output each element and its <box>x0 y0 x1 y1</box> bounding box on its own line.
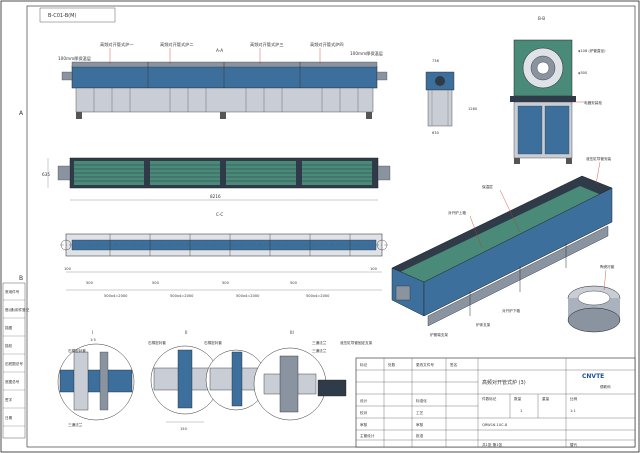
detail-label-iii: III <box>290 330 294 335</box>
callout-furnace-2: 高频对开管式炉二 <box>160 41 194 48</box>
side-frame <box>427 89 453 127</box>
section-c-view: C-C 100 500 500x4=2000 500 500x4=2000 50… <box>60 212 390 298</box>
tb-sheet-info: 共1张 第1张 <box>482 442 502 447</box>
tb-row-process: 工艺 <box>416 410 424 415</box>
tb-logo: CNVTE <box>582 373 604 380</box>
left-registration-strip: 常用件号 借(通)用件登记 描图 描校 旧底图总号 底图总号 签字 日期 <box>2 282 30 439</box>
tb-header-3: 签名 <box>450 362 458 367</box>
furnace-top-cover <box>71 61 378 68</box>
callout-furnace-1: 高频对开管式炉一 <box>100 41 134 48</box>
tb-row-approve: 批准 <box>416 433 424 438</box>
dim-detail-150: 150 <box>180 427 188 431</box>
furnace-body-front <box>71 65 378 89</box>
tb-header-1: 处数 <box>388 362 396 367</box>
tb-row-chief: 主管设计 <box>360 433 375 438</box>
callout-iso-frame: 炉体支架 <box>476 322 491 327</box>
section-label-a-a: A-A <box>216 48 223 53</box>
callout-tee-flange-1: 三通法兰 <box>312 340 327 345</box>
callout-furnace-4: 高频对开管式炉四 <box>310 41 344 48</box>
callout-tube-diameter: φ108 (炉管直径) <box>578 48 606 53</box>
dim-c-1: 500 <box>86 281 94 285</box>
callout-iso-insulation: 保温层 <box>482 184 493 189</box>
dim-c-6: 500x4=2000 <box>236 294 260 298</box>
callout-phi300: φ300 <box>578 71 588 75</box>
callout-detail-ii-seal: 石棉密封套 <box>148 340 166 345</box>
section-label-b-b: B-B <box>538 16 545 21</box>
tb-revision-label: 替代 <box>570 442 578 447</box>
detail-view-hydraulic: III 三通法兰 三通法兰 液压缸导管固定支架 <box>253 330 373 421</box>
dim-c-2: 500x4=2000 <box>104 294 128 298</box>
detail-label-ii: II <box>185 330 187 335</box>
tb-row-review: 审核 <box>360 422 368 427</box>
tb-part-name: 高频对开管式炉 (3) <box>482 379 526 386</box>
tb-col-mark: 件数标记 <box>482 396 497 401</box>
dim-c-8: 500x4=2000 <box>306 294 330 298</box>
strip-cell-3: 描校 <box>5 343 13 348</box>
dim-overall-length: 8216 <box>210 194 221 199</box>
dim-side-width: 736 <box>432 59 440 63</box>
dim-c-7: 500 <box>290 281 298 285</box>
title-block: 标记 处数 更改文件号 签名 设计 校对 审核 主管设计 标准化 工艺 审核 批… <box>355 357 636 448</box>
border-letter-b: B <box>19 275 23 282</box>
callout-electrical-cabinet: 电器安装柜 <box>584 100 602 105</box>
strip-cell-7: 日期 <box>5 415 13 420</box>
support-frame-front <box>75 87 374 113</box>
dim-c-4: 500x4=2000 <box>170 294 194 298</box>
callout-iso-upper-box: 对开炉上箱 <box>448 210 466 215</box>
border-letter-a: A <box>19 110 24 117</box>
tb-row-design: 设计 <box>360 398 368 403</box>
callout-detail-i-gas: 三通法兰 <box>68 422 83 427</box>
strip-cell-2: 描图 <box>5 325 13 330</box>
detail-label-i: I <box>92 330 93 335</box>
dim-c-5: 500 <box>222 281 230 285</box>
front-elevation-view: 100mm厚保温层 高频对开管式炉一 高频对开管式炉二 高频对开管式炉三 高频对… <box>58 41 388 119</box>
callout-hydraulic-bracket: 液压缸导管固定支架 <box>340 340 373 345</box>
strip-cell-6: 签字 <box>5 397 13 402</box>
tb-row-review2: 审核 <box>416 422 424 427</box>
tb-header-2: 更改文件号 <box>416 362 434 367</box>
callout-insulation-left: 100mm厚保温层 <box>58 55 91 62</box>
detail-scale-i: 1:5 <box>90 338 96 342</box>
callout-iso-lower-box: 对开炉下箱 <box>502 308 520 313</box>
tb-row-standard: 标准化 <box>416 398 427 403</box>
callout-insulation-right: 100mm厚保温层 <box>350 50 383 57</box>
section-label-c-c: C-C <box>216 212 223 217</box>
callout-detail-i-seal: 石棉密封套 <box>68 348 86 353</box>
tb-row-check: 校对 <box>360 410 368 415</box>
tb-scale-value: 1:1 <box>570 409 576 413</box>
dim-c-0: 100 <box>64 267 72 271</box>
callout-tee-flange-2: 三通法兰 <box>312 348 327 353</box>
callout-detail-iii-seal: 石棉密封套 <box>204 340 222 345</box>
strip-cell-1: 借(通)用件登记 <box>5 307 30 312</box>
tb-drawing-no: QRW16-10C-8 <box>482 423 508 427</box>
section-b-view: B-B φ108 (炉管直径) φ300 电器安装柜 <box>510 16 606 164</box>
tb-col-qty: 数量 <box>514 396 522 401</box>
ceramic-ring-view: 陶瓷衬套 <box>567 264 621 333</box>
strip-cell-0: 常用件号 <box>5 289 20 294</box>
tb-header-0: 标记 <box>360 362 368 367</box>
callout-iso-tube-support: 炉管端支架 <box>430 332 448 337</box>
side-elevation-view: 736 630 1260 <box>425 59 478 135</box>
dim-plan-height: 635 <box>42 172 50 177</box>
strip-cell-4: 旧底图总号 <box>5 361 23 366</box>
tb-col-weight: 重量 <box>542 396 550 401</box>
dim-side-base: 630 <box>432 131 440 135</box>
top-label: B-C01-B(M) <box>48 13 76 19</box>
detail-view-i: I 1:5 石棉密封套 三通法兰 <box>57 330 135 427</box>
dim-c-9: 100 <box>370 267 378 271</box>
dim-side-height: 1260 <box>468 107 478 111</box>
tb-col-scale: 比例 <box>570 396 578 401</box>
callout-ceramic-sleeve: 陶瓷衬套 <box>600 264 615 269</box>
plan-view: 8216 635 <box>42 157 391 201</box>
callout-furnace-3: 高频对开管式炉三 <box>250 41 284 48</box>
tb-company-name: 德乾科 <box>600 384 611 389</box>
callout-iso-hydraulic: 液压缸导管安装 <box>586 156 612 161</box>
strip-cell-5: 底图总号 <box>5 379 20 384</box>
tb-qty-value: 1 <box>520 409 522 413</box>
engineering-drawing-sheet: B-C01-B(M) A B 常用件号 借(通)用件登记 描图 描校 旧底图总号… <box>0 0 640 453</box>
dim-c-3: 500 <box>152 281 160 285</box>
